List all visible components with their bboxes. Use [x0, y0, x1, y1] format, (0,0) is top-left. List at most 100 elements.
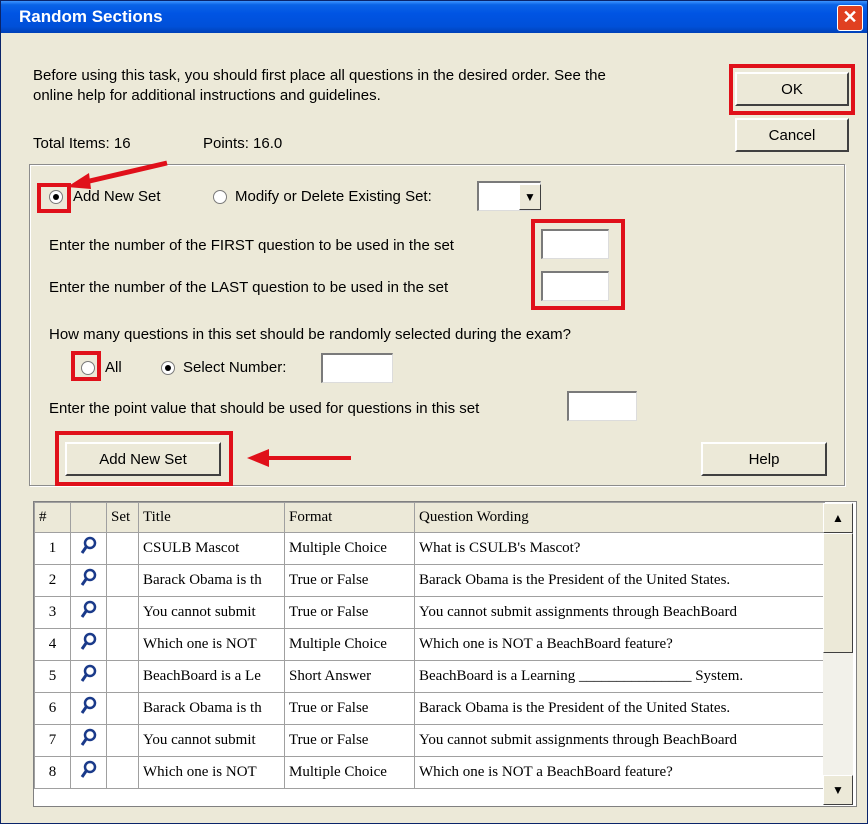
row-title: Which one is NOT — [138, 628, 285, 661]
points-label: Points: 16.0 — [203, 135, 283, 152]
row-wording: What is CSULB's Mascot? — [414, 532, 825, 565]
table-row[interactable]: 6 Barack Obama is th True or False Barack O… — [34, 692, 825, 725]
row-wording: Barack Obama is the President of the Uni… — [414, 692, 825, 725]
row-number: 2 — [34, 564, 71, 597]
row-number: 3 — [34, 596, 71, 629]
magnifier-icon[interactable] — [70, 756, 107, 789]
existing-set-dropdown[interactable]: ▼ — [477, 181, 541, 211]
table-row[interactable]: 4 Which one is NOT Multiple Choice Which on… — [34, 628, 825, 661]
magnifier-icon[interactable] — [80, 632, 98, 652]
row-wording: Barack Obama is the President of the Uni… — [414, 564, 825, 597]
row-number: 8 — [34, 756, 71, 789]
point-value-input[interactable] — [567, 391, 637, 421]
magnifier-icon[interactable] — [70, 660, 107, 693]
column-header-title[interactable]: Title — [138, 502, 285, 533]
magnifier-icon[interactable] — [70, 692, 107, 725]
column-header-set[interactable]: Set — [106, 502, 139, 533]
magnifier-icon[interactable] — [70, 628, 107, 661]
table-row[interactable]: 2 Barack Obama is th True or False Barack O… — [34, 564, 825, 597]
row-set — [106, 756, 139, 789]
row-title: Which one is NOT — [138, 756, 285, 789]
modify-set-radio[interactable] — [213, 190, 227, 204]
row-number: 5 — [34, 660, 71, 693]
intro-text-line1: Before using this task, you should first… — [33, 67, 606, 84]
row-number: 1 — [34, 532, 71, 565]
intro-text-line2: online help for additional instructions … — [33, 87, 381, 104]
magnifier-icon[interactable] — [80, 600, 98, 620]
all-option-label: All — [105, 359, 122, 376]
scroll-thumb[interactable] — [823, 533, 853, 653]
row-set — [106, 564, 139, 597]
all-radio-highlight-box — [71, 351, 101, 381]
help-button[interactable]: Help — [701, 442, 827, 476]
scroll-down-icon[interactable]: ▼ — [823, 775, 853, 805]
select-number-radio[interactable] — [161, 361, 175, 375]
row-format: Multiple Choice — [284, 756, 415, 789]
questions-grid[interactable]: # Set Title Format Question Wording 1 CSU… — [33, 501, 857, 807]
column-header-num[interactable]: # — [34, 502, 71, 533]
select-number-label: Select Number: — [183, 359, 287, 376]
row-wording: Which one is NOT a BeachBoard feature? — [414, 628, 825, 661]
how-many-label: How many questions in this set should be… — [49, 326, 571, 343]
row-set — [106, 532, 139, 565]
scroll-up-icon[interactable]: ▲ — [823, 503, 853, 533]
point-value-label: Enter the point value that should be use… — [49, 400, 480, 417]
magnifier-icon[interactable] — [80, 696, 98, 716]
close-icon[interactable]: ✕ — [837, 5, 863, 31]
magnifier-icon[interactable] — [70, 724, 107, 757]
question-range-highlight-box — [531, 219, 625, 310]
row-title: CSULB Mascot — [138, 532, 285, 565]
add-set-button-highlight-box — [55, 431, 233, 486]
chevron-down-icon[interactable]: ▼ — [519, 184, 541, 210]
table-row[interactable]: 3 You cannot submit True or False You canno… — [34, 596, 825, 629]
row-wording: Which one is NOT a BeachBoard feature? — [414, 756, 825, 789]
column-header-preview[interactable] — [70, 502, 107, 533]
column-header-format[interactable]: Format — [284, 502, 415, 533]
row-number: 7 — [34, 724, 71, 757]
row-format: Multiple Choice — [284, 532, 415, 565]
magnifier-icon[interactable] — [80, 536, 98, 556]
row-number: 4 — [34, 628, 71, 661]
magnifier-icon[interactable] — [80, 728, 98, 748]
table-header-row: # Set Title Format Question Wording — [34, 502, 825, 533]
magnifier-icon[interactable] — [80, 664, 98, 684]
random-sections-dialog: Random Sections ✕ Before using this task… — [0, 0, 868, 824]
row-title: You cannot submit — [138, 596, 285, 629]
table-row[interactable]: 7 You cannot submit True or False You canno… — [34, 724, 825, 757]
row-wording: You cannot submit assignments through Be… — [414, 596, 825, 629]
title-bar[interactable]: Random Sections ✕ — [1, 1, 867, 33]
vertical-scrollbar[interactable]: ▲ ▼ — [823, 503, 853, 805]
table-row[interactable]: 8 Which one is NOT Multiple Choice Which on… — [34, 756, 825, 789]
total-items-label: Total Items: 16 — [33, 135, 131, 152]
magnifier-icon[interactable] — [80, 760, 98, 780]
table-row[interactable]: 5 BeachBoard is a Le Short Answer BeachBoar… — [34, 660, 825, 693]
row-title: BeachBoard is a Le — [138, 660, 285, 693]
window-title: Random Sections — [19, 7, 163, 26]
row-format: True or False — [284, 596, 415, 629]
magnifier-icon[interactable] — [70, 532, 107, 565]
cancel-button[interactable]: Cancel — [735, 118, 849, 152]
magnifier-icon[interactable] — [80, 568, 98, 588]
row-format: True or False — [284, 564, 415, 597]
row-set — [106, 596, 139, 629]
table-row[interactable]: 1 CSULB Mascot Multiple Choice What is CSUL… — [34, 532, 825, 565]
red-arrow-icon — [247, 449, 351, 467]
magnifier-icon[interactable] — [70, 564, 107, 597]
row-set — [106, 724, 139, 757]
last-question-label: Enter the number of the LAST question to… — [49, 279, 449, 296]
magnifier-icon[interactable] — [70, 596, 107, 629]
row-set — [106, 660, 139, 693]
red-arrow-icon — [67, 160, 168, 189]
row-title: You cannot submit — [138, 724, 285, 757]
ok-highlight-box — [729, 64, 855, 115]
row-wording: You cannot submit assignments through Be… — [414, 724, 825, 757]
first-question-label: Enter the number of the FIRST question t… — [49, 237, 454, 254]
select-number-input[interactable] — [321, 353, 393, 383]
row-format: Short Answer — [284, 660, 415, 693]
column-header-wording[interactable]: Question Wording — [414, 502, 825, 533]
row-wording: BeachBoard is a Learning _______________… — [414, 660, 825, 693]
row-title: Barack Obama is th — [138, 564, 285, 597]
modify-set-option-label: Modify or Delete Existing Set: — [235, 188, 432, 205]
row-set — [106, 628, 139, 661]
row-format: True or False — [284, 692, 415, 725]
